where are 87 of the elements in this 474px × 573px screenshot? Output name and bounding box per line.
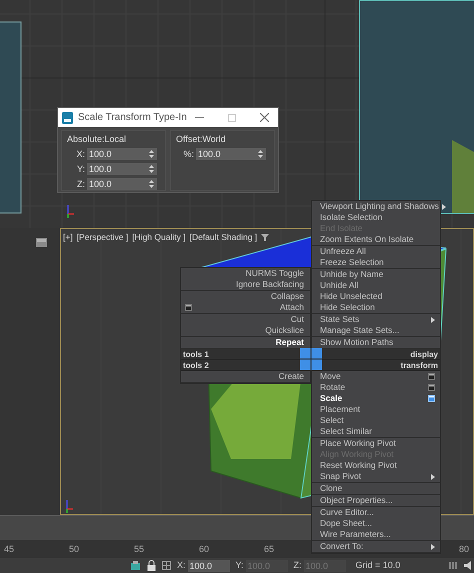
coordinate-label: Y:	[236, 558, 244, 572]
spinner-field[interactable]: 100.0	[87, 163, 157, 175]
speaker-icon[interactable]	[464, 561, 472, 570]
menu-item[interactable]: Isolate Selection	[312, 212, 440, 223]
menu-item[interactable]: Reset Working Pivot	[312, 460, 440, 471]
field-label: Z:	[76, 178, 85, 190]
menu-item[interactable]: Quickslice	[181, 325, 310, 336]
ruler-tick-label: 65	[264, 543, 274, 556]
coordinate-label: Z:	[294, 558, 302, 572]
menu-item[interactable]: Select Similar	[312, 426, 440, 437]
field-label: Y:	[76, 163, 85, 175]
grid-icon[interactable]	[162, 561, 171, 570]
field-label: X:	[75, 148, 85, 160]
filter-icon[interactable]	[261, 234, 270, 241]
field-label: %:	[182, 148, 194, 160]
close-icon[interactable]	[260, 113, 269, 122]
menu-item[interactable]: Hide Selection	[312, 302, 440, 313]
submenu-arrow-icon	[431, 474, 435, 480]
spinner-icon[interactable]	[258, 150, 263, 158]
menu-item[interactable]: Ignore Backfacing	[181, 279, 310, 290]
menu-item[interactable]: Freeze Selection	[312, 257, 440, 268]
submenu-arrow-icon	[442, 204, 446, 210]
window-icon	[185, 304, 192, 311]
window-icon	[428, 384, 435, 391]
submenu-arrow-icon	[431, 316, 435, 322]
menu-item[interactable]: Scale	[312, 393, 440, 404]
quad-header: transform	[312, 360, 440, 371]
viewport-label[interactable]: [Default Shading ]	[190, 231, 258, 244]
spinner-field[interactable]: 100.0	[196, 148, 266, 160]
spinner-icon[interactable]	[149, 150, 154, 158]
ruler-tick-label: 45	[4, 543, 14, 556]
menu-item[interactable]: Object Properties...	[312, 495, 440, 506]
viewport-label[interactable]: [High Quality ]	[132, 231, 186, 244]
quad-header: display	[312, 349, 440, 360]
menu-item[interactable]: Collapse	[181, 291, 310, 302]
menu-item[interactable]: State Sets	[312, 314, 440, 325]
quad-center-icon	[300, 348, 322, 370]
menu-item[interactable]: Repeat	[181, 337, 310, 348]
menu-item[interactable]: Zoom Extents On Isolate	[312, 234, 440, 245]
menu-item[interactable]: Clone	[312, 483, 440, 494]
menu-item[interactable]: Viewport Lighting and Shadows	[312, 201, 440, 212]
window-icon	[428, 373, 435, 380]
menu-item[interactable]: Manage State Sets...	[312, 325, 440, 336]
isolate-icon[interactable]	[130, 560, 141, 570]
spinner-field[interactable]: 100.0	[87, 148, 157, 160]
group-label: Absolute:Local	[67, 134, 128, 145]
window-title: Scale Transform Type-In	[78, 111, 187, 125]
ruler-tick-label: 55	[134, 543, 144, 556]
quad-header: tools 2	[181, 360, 310, 371]
menu-item[interactable]: Create	[181, 371, 310, 382]
menu-item[interactable]: Unfreeze All	[312, 246, 440, 257]
lock-icon[interactable]	[147, 560, 156, 571]
key-icon[interactable]	[449, 561, 458, 570]
app-icon	[62, 112, 73, 124]
menu-item[interactable]: Show Motion Paths	[312, 337, 440, 348]
viewport-label[interactable]: [+]	[63, 231, 73, 244]
coordinate-field[interactable]: 100.0	[188, 560, 230, 572]
menu-item[interactable]: Unhide All	[312, 280, 440, 291]
menu-item[interactable]: Curve Editor...	[312, 507, 440, 518]
menu-item[interactable]: Move	[312, 371, 440, 382]
menu-item[interactable]: Snap Pivot	[312, 471, 440, 482]
menu-item[interactable]: Select	[312, 415, 440, 426]
menu-item[interactable]: Wire Parameters...	[312, 529, 440, 540]
menu-item[interactable]: Attach	[181, 302, 310, 313]
menu-item[interactable]: Rotate	[312, 382, 440, 393]
axis-tripod-icon	[66, 500, 73, 513]
menu-item[interactable]: Dope Sheet...	[312, 518, 440, 529]
viewport-label[interactable]: [Perspective ]	[76, 231, 128, 244]
submenu-arrow-icon	[431, 544, 435, 550]
quad-header: tools 1	[181, 349, 310, 360]
window-icon	[428, 395, 435, 402]
ruler-tick-label: 80	[459, 543, 470, 556]
spinner-icon[interactable]	[149, 165, 154, 173]
grid-size-text: Grid = 10.0	[356, 558, 400, 572]
menu-item[interactable]: Placement	[312, 404, 440, 415]
menu-item[interactable]: Hide Unselected	[312, 291, 440, 302]
ruler-tick-label: 60	[199, 543, 210, 556]
menu-item[interactable]: NURMS Toggle	[181, 268, 310, 279]
menu-item[interactable]: Place Working Pivot	[312, 438, 440, 449]
menu-item[interactable]: Convert To:	[312, 541, 440, 552]
group-label: Offset:World	[176, 134, 227, 145]
menu-item[interactable]: Unhide by Name	[312, 269, 440, 280]
spinner-icon[interactable]	[149, 180, 154, 188]
coordinate-label: X:	[177, 558, 186, 572]
menu-item[interactable]: Cut	[181, 314, 310, 325]
ruler-tick-label: 50	[69, 543, 80, 556]
spinner-field[interactable]: 100.0	[87, 178, 157, 190]
